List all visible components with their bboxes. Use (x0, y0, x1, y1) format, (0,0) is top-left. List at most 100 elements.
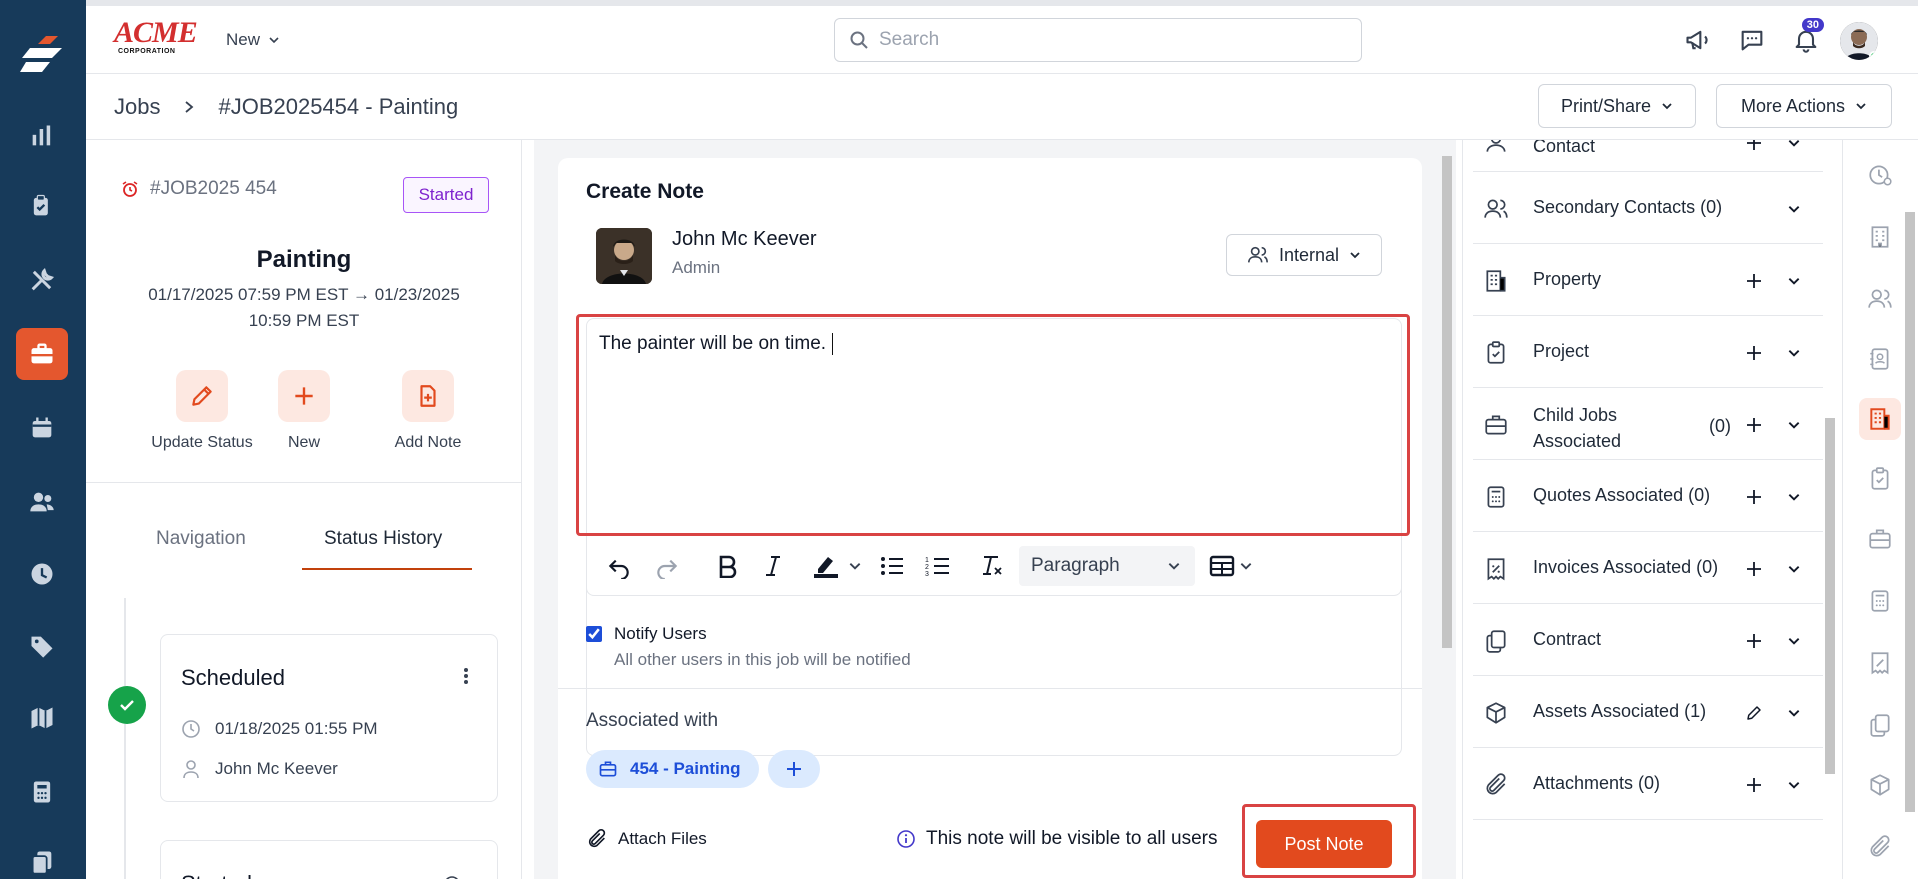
add-note-button[interactable]: Add Note (368, 370, 488, 452)
chevron-down-icon[interactable] (1783, 558, 1805, 580)
plus-icon[interactable] (1741, 772, 1767, 798)
chevron-down-icon[interactable] (1783, 140, 1805, 154)
association-row-secondary-contacts[interactable]: Secondary Contacts (0) (1473, 172, 1823, 244)
chevron-down-icon[interactable] (1783, 486, 1805, 508)
attach-files-button[interactable]: Attach Files (586, 828, 707, 850)
more-actions-button[interactable]: More Actions (1716, 84, 1892, 128)
add-note-label: Add Note (394, 434, 462, 451)
plus-icon[interactable] (1741, 268, 1767, 294)
chevron-down-icon (1662, 103, 1672, 110)
documents-copy-icon[interactable] (16, 836, 68, 879)
pencil-icon[interactable] (1741, 700, 1767, 726)
chevron-down-icon[interactable] (1783, 630, 1805, 652)
dashboard-chart-icon[interactable] (16, 110, 68, 162)
property-building-icon[interactable] (1859, 398, 1901, 440)
association-row-assets[interactable]: Assets Associated (1) (1473, 676, 1823, 748)
company-logo[interactable]: ACME CORPORATION (114, 18, 204, 62)
chevron-down-icon[interactable] (1783, 774, 1805, 796)
status-circle-icon (443, 875, 461, 879)
bold-icon[interactable] (711, 548, 743, 584)
map-icon[interactable] (16, 692, 68, 744)
copy-icon[interactable] (1859, 704, 1901, 746)
status-history-card: Scheduled 01/18/2025 01:55 PM John Mc Ke… (160, 634, 498, 802)
tasks-clipboard-icon[interactable] (16, 180, 68, 232)
association-row-property[interactable]: Property (1473, 244, 1823, 316)
calculator-icon[interactable] (16, 766, 68, 818)
author-avatar (596, 228, 652, 284)
clear-formatting-icon[interactable] (975, 548, 1009, 584)
highlight-color-icon[interactable] (809, 548, 865, 584)
tab-navigation[interactable]: Navigation (156, 528, 246, 550)
center-scrollbar[interactable] (1440, 140, 1454, 879)
chevron-down-icon[interactable] (1783, 414, 1805, 436)
customers-users-icon[interactable] (16, 476, 68, 528)
italic-icon[interactable] (757, 548, 789, 584)
associations-scrollbar[interactable] (1824, 140, 1836, 820)
paperclip-icon[interactable] (1859, 826, 1901, 868)
announcements-megaphone-icon[interactable] (1678, 20, 1718, 60)
add-association-button[interactable] (768, 750, 820, 788)
calculator-icon[interactable] (1859, 580, 1901, 622)
search-input[interactable] (879, 29, 1339, 51)
global-search[interactable] (834, 18, 1362, 62)
time-clock-icon[interactable] (16, 548, 68, 600)
briefcase-icon[interactable] (1859, 518, 1901, 560)
plus-icon[interactable] (1741, 412, 1767, 438)
association-row-child-jobs[interactable]: Child Jobs Associated (0) (1473, 388, 1823, 460)
building-icon[interactable] (1859, 216, 1901, 258)
tab-status-history[interactable]: Status History (324, 528, 442, 550)
history-clock-icon[interactable] (1859, 154, 1901, 196)
author-name: John Mc Keever (672, 228, 817, 250)
icon-rail-scrollbar[interactable] (1904, 140, 1916, 879)
association-row-attachments[interactable]: Attachments (0) (1473, 748, 1823, 820)
tools-icon[interactable] (16, 254, 68, 306)
associated-job-chip[interactable]: 454 - Painting (586, 750, 759, 788)
invoice-percent-icon[interactable] (1859, 642, 1901, 684)
chevron-down-icon[interactable] (1783, 198, 1805, 220)
association-row-quotes[interactable]: Quotes Associated (0) (1473, 460, 1823, 532)
user-avatar[interactable] (1840, 22, 1878, 60)
breadcrumb-current: #JOB2025454 - Painting (218, 94, 459, 119)
plus-icon[interactable] (1741, 484, 1767, 510)
notify-users-checkbox[interactable]: Notify Users (586, 624, 707, 644)
association-row-contact[interactable]: Contact (1473, 140, 1823, 172)
notification-count-badge: 30 (1801, 18, 1824, 32)
users-icon[interactable] (1859, 278, 1901, 320)
pricebook-tag-icon[interactable] (16, 620, 68, 672)
new-button[interactable]: New (244, 370, 364, 452)
block-format-select[interactable]: Paragraph (1019, 546, 1195, 586)
association-label: Child Jobs Associated (1533, 405, 1622, 451)
association-row-project[interactable]: Project (1473, 316, 1823, 388)
association-row-invoices[interactable]: Invoices Associated (0) (1473, 532, 1823, 604)
jobs-briefcase-icon[interactable] (16, 328, 68, 380)
clipboard-check-icon[interactable] (1859, 458, 1901, 500)
plus-icon[interactable] (1741, 340, 1767, 366)
calculator-icon (1483, 484, 1509, 510)
table-icon[interactable] (1205, 548, 1257, 584)
bullet-list-icon[interactable] (875, 548, 909, 584)
breadcrumb-jobs-link[interactable]: Jobs (114, 94, 160, 120)
notify-users-input[interactable] (586, 626, 602, 642)
plus-icon[interactable] (1741, 628, 1767, 654)
calendar-icon[interactable] (16, 402, 68, 454)
visibility-dropdown[interactable]: Internal (1226, 234, 1382, 276)
undo-icon[interactable] (601, 548, 637, 584)
plus-icon[interactable] (1741, 140, 1767, 156)
post-note-button[interactable]: Post Note (1256, 820, 1392, 868)
history-user-text: John Mc Keever (215, 759, 338, 778)
print-share-button[interactable]: Print/Share (1538, 84, 1696, 128)
notifications-bell-icon[interactable]: 30 (1786, 18, 1826, 60)
more-vertical-icon[interactable] (463, 665, 469, 692)
association-row-contract[interactable]: Contract (1473, 604, 1823, 676)
box-icon[interactable] (1859, 764, 1901, 806)
redo-icon[interactable] (649, 548, 685, 584)
chat-message-icon[interactable] (1732, 20, 1772, 60)
chevron-down-icon[interactable] (1783, 342, 1805, 364)
chevron-down-icon[interactable] (1783, 702, 1805, 724)
numbered-list-icon[interactable]: 123 (921, 548, 955, 584)
contact-book-icon[interactable] (1859, 338, 1901, 380)
app-logo-icon[interactable] (16, 26, 68, 78)
plus-icon[interactable] (1741, 556, 1767, 582)
new-menu-button[interactable]: New (226, 30, 280, 50)
chevron-down-icon[interactable] (1783, 270, 1805, 292)
